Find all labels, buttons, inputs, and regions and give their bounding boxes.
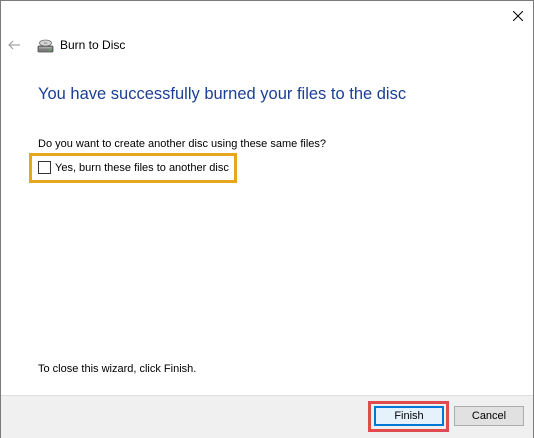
wizard-header: Burn to Disc (37, 36, 125, 54)
success-heading: You have successfully burned your files … (38, 85, 407, 103)
window-title: Burn to Disc (60, 38, 126, 52)
cancel-button[interactable]: Cancel (454, 406, 524, 426)
disc-drive-icon (37, 39, 54, 52)
finish-button[interactable]: Finish (374, 406, 444, 426)
burn-another-disc-label[interactable]: Yes, burn these files to another disc (55, 162, 229, 174)
back-arrow-icon (8, 40, 20, 50)
burn-another-disc-option[interactable]: Yes, burn these files to another disc (38, 161, 229, 174)
another-disc-question: Do you want to create another disc using… (38, 138, 326, 150)
back-button[interactable] (4, 35, 24, 55)
burn-to-disc-window: Burn to Disc You have successfully burne… (0, 0, 534, 438)
burn-another-disc-checkbox[interactable] (38, 161, 51, 174)
close-button[interactable] (502, 1, 533, 31)
close-icon (512, 11, 523, 21)
close-wizard-hint: To close this wizard, click Finish. (38, 363, 197, 375)
